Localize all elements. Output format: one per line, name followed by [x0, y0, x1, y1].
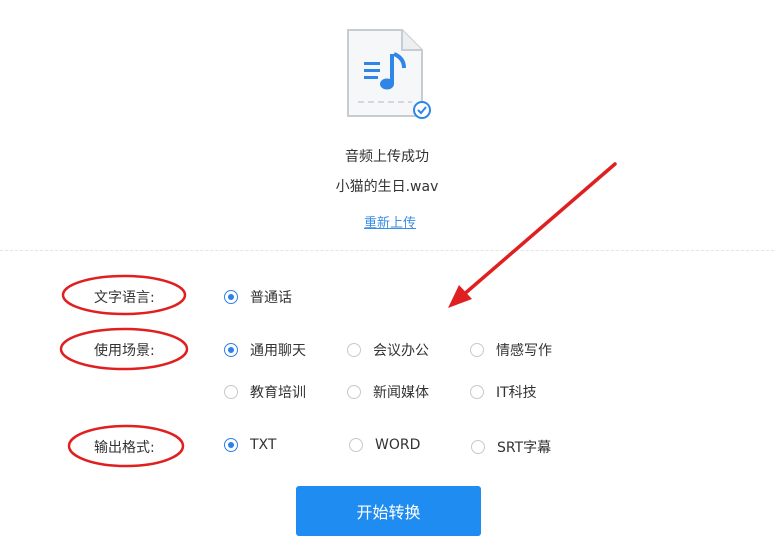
annotation-arrow-shaft — [460, 162, 617, 298]
annotation-ellipse-language — [61, 274, 187, 316]
annotation-ellipse-scene — [59, 327, 189, 371]
annotation-overlay — [59, 162, 617, 468]
annotation-ellipse-format — [67, 424, 185, 468]
